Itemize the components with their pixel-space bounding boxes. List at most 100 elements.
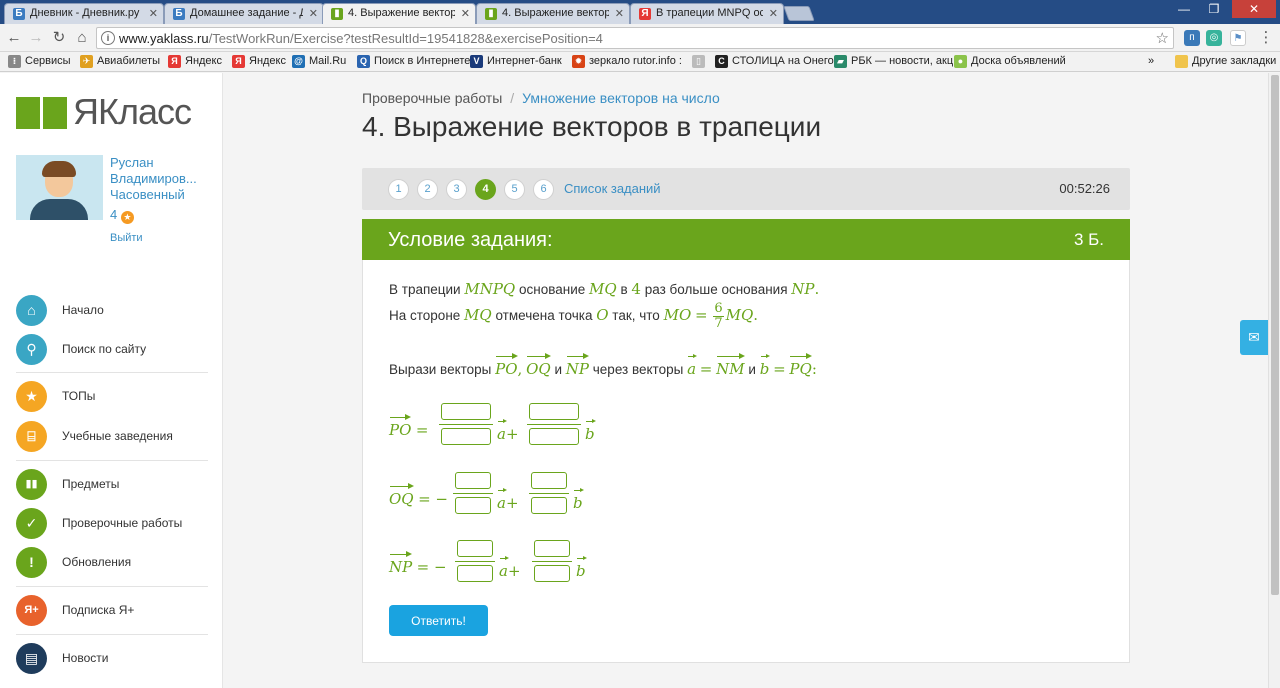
sidebar-item[interactable]: ⌸ Учебные заведения [16,421,206,453]
new-tab-button[interactable] [783,6,815,21]
po-a-numerator-input[interactable] [441,403,491,420]
browser-tab[interactable]: ЯВ трапеции MNPQ осно✕ [630,3,784,24]
address-bar[interactable]: i www.yaklass.ru/TestWorkRun/Exercise?te… [96,27,1174,49]
po-b-numerator-input[interactable] [529,403,579,420]
feedback-mail-icon[interactable]: ✉ [1240,320,1268,355]
oq-a-numerator-input[interactable] [455,472,491,489]
extension-icon[interactable]: ⚑ [1230,30,1246,46]
np-b-denominator-input[interactable] [534,565,570,582]
condition-header: Условие задания: 3 Б. [362,219,1130,260]
stolica-icon: С [715,55,728,68]
avatar[interactable] [16,155,103,220]
star-badge-icon: ★ [120,211,134,224]
breadcrumb-root[interactable]: Проверочные работы [362,90,502,106]
sidebar-item[interactable]: ⚲ Поиск по сайту [16,334,206,366]
sidebar-item[interactable]: ✓ Проверочные работы [16,508,206,540]
points-badge: 3 Б. [1073,230,1104,249]
po-a-denominator-input[interactable] [441,428,491,445]
equation-oq: OQ = − a+ b [389,472,689,522]
close-tab-icon[interactable]: ✕ [461,7,470,20]
bank-icon: V [470,55,483,68]
sidebar-item[interactable]: ⌂ Начало [16,295,206,327]
task-list-link[interactable]: Список заданий [564,181,661,196]
apps-icon: ⁝ [8,55,21,68]
plane-icon: ✈ [80,55,93,68]
oq-b-numerator-input[interactable] [531,472,567,489]
bookmarks-overflow[interactable]: » [1148,55,1154,67]
forward-icon[interactable]: → [26,28,46,48]
browser-toolbar: ← → ↻ ⌂ i www.yaklass.ru/TestWorkRun/Exe… [0,24,1280,52]
menu-divider [16,634,208,635]
browser-tab[interactable]: ▮4. Выражение векторов✕ [476,3,630,24]
close-tab-icon[interactable]: ✕ [309,7,318,20]
steps-bar: 123456 Список заданий 00:52:26 [362,168,1130,210]
browser-tab[interactable]: ▮4. Выражение векторов✕ [322,3,476,24]
timer: 00:52:26 [1059,181,1110,196]
step-button[interactable]: 5 [504,179,525,200]
step-button[interactable]: 3 [446,179,467,200]
step-button[interactable]: 6 [533,179,554,200]
bookmark-item[interactable]: ⁝ Сервисы [8,55,71,68]
bookmark-item[interactable]: ✈ Авиабилеты [80,55,160,68]
oq-a-denominator-input[interactable] [455,497,491,514]
user-name[interactable]: Руслан Владимиров... Часовенный [110,155,210,203]
po-b-denominator-input[interactable] [529,428,579,445]
close-tab-icon[interactable]: ✕ [769,7,778,20]
folder-icon [1175,55,1188,68]
search-icon: Q [357,55,370,68]
close-tab-icon[interactable]: ✕ [615,7,624,20]
bookmark-item[interactable]: Я Яндекс [168,55,222,68]
answer-button[interactable]: Ответить! [389,605,488,636]
bookmark-item[interactable]: ▰ РБК — новости, акц [834,55,953,68]
bookmark-item[interactable]: ● Доска объявлений [954,55,1066,68]
sidebar-item[interactable]: ▮▮ Предметы [16,469,206,501]
bookmark-item[interactable]: С СТОЛИЦА на Онего [715,55,834,68]
np-a-denominator-input[interactable] [457,565,493,582]
np-a-numerator-input[interactable] [457,540,493,557]
sidebar-item[interactable]: ! Обновления [16,547,206,579]
ratio-fraction: 67 [713,301,724,331]
news-icon: ▤ [16,643,47,674]
np-b-numerator-input[interactable] [534,540,570,557]
home-icon[interactable]: ⌂ [72,28,92,48]
close-tab-icon[interactable]: ✕ [149,7,158,20]
dnevnik-favicon: Б [173,8,185,20]
bookmark-item[interactable]: @ Mail.Ru [292,55,346,68]
close-window-icon[interactable]: ✕ [1232,0,1276,18]
equation-po: PO = a+ b [389,403,689,453]
bookmark-item[interactable]: V Интернет-банк [470,55,562,68]
step-button[interactable]: 1 [388,179,409,200]
bookmark-star-icon[interactable]: ☆ [1156,29,1169,47]
dnevnik-favicon: Б [13,8,25,20]
sidebar-item[interactable]: Я+ Подписка Я+ [16,595,206,627]
step-button[interactable]: 4 [475,179,496,200]
maximize-icon[interactable]: ❐ [1200,0,1228,18]
info-icon[interactable]: i [101,31,115,45]
extension-icon[interactable]: п [1184,30,1200,46]
avito-icon: ● [954,55,967,68]
other-bookmarks[interactable]: Другие закладки [1175,55,1276,68]
back-icon[interactable]: ← [4,28,24,48]
minimize-icon[interactable]: — [1170,0,1198,18]
extension-icon[interactable]: ◎ [1206,30,1222,46]
reload-icon[interactable]: ↻ [49,28,69,48]
bookmark-item[interactable]: Я Яндекс [232,55,286,68]
menu-divider [16,586,208,587]
scrollbar[interactable] [1268,73,1280,688]
bookmarks-bar: ⁝ Сервисы ✈ Авиабилеты Я Яндекс Я Яндекс @ Mail.R… [0,52,1280,72]
rutor-icon: ✹ [572,55,585,68]
bookmark-item[interactable]: ✹ зеркало rutor.info : [572,55,682,68]
star-icon: ★ [16,381,47,412]
browser-tab[interactable]: Б Домашнее задание - Дн ✕ [164,3,324,24]
browser-tab[interactable]: Б Дневник - Дневник.ру ✕ [4,3,164,24]
menu-icon[interactable]: ⋮ [1256,28,1276,48]
sidebar-item[interactable]: ▤ Новости [16,643,206,675]
oq-b-denominator-input[interactable] [531,497,567,514]
breadcrumb-current[interactable]: Умножение векторов на число [522,90,720,106]
sidebar-item[interactable]: ★ ТОПы [16,381,206,413]
logout-link[interactable]: Выйти [110,232,143,244]
bookmark-item[interactable]: Q Поиск в Интернете [357,55,470,68]
menu-divider [16,372,208,373]
step-button[interactable]: 2 [417,179,438,200]
user-level: 4 ★ [110,207,134,224]
